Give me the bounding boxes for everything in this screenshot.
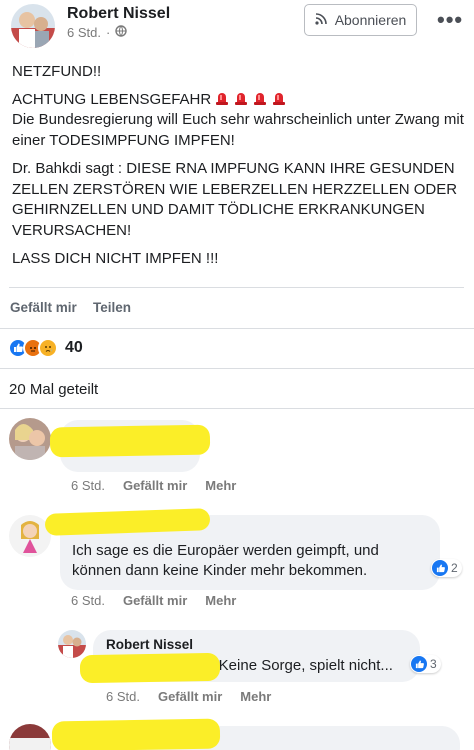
- like-reaction-icon: [432, 560, 448, 576]
- siren-emojis: [215, 91, 291, 108]
- siren-icon: [253, 91, 267, 105]
- reaction-count: 40: [65, 339, 83, 356]
- like-count-value: 3: [430, 657, 437, 671]
- globe-icon: [115, 25, 128, 40]
- subscribe-button[interactable]: Abonnieren: [304, 4, 417, 36]
- reply-time[interactable]: 6 Std.: [106, 689, 140, 704]
- share-button[interactable]: Teilen: [93, 300, 131, 315]
- comment-like-button[interactable]: Gefällt mir: [123, 593, 187, 608]
- post-paragraph-4: LASS DICH NICHT IMPFEN !!!: [12, 250, 219, 267]
- like-button[interactable]: Gefällt mir: [10, 300, 77, 315]
- divider: [0, 408, 474, 409]
- more-options-button[interactable]: •••: [437, 7, 463, 33]
- post-warning-body: Die Bundesregierung will Euch sehr wahrs…: [12, 111, 464, 149]
- author-avatar[interactable]: [11, 4, 55, 48]
- comment-text: Ich sage es die Europäer werden geimpft,…: [72, 542, 379, 579]
- like-count-value: 2: [451, 561, 458, 575]
- siren-icon: [272, 91, 286, 105]
- dot-separator: ·: [105, 25, 111, 40]
- comment-like-button[interactable]: Gefällt mir: [123, 478, 187, 493]
- redaction-mark: [51, 718, 221, 750]
- comment-more-button[interactable]: Mehr: [205, 593, 236, 608]
- post-paragraph-3: Dr. Bahkdi sagt : DIESE RNA IMPFUNG KANN…: [12, 160, 458, 239]
- post-author-name[interactable]: Robert Nissel: [67, 5, 170, 23]
- comment-more-button[interactable]: Mehr: [205, 478, 236, 493]
- divider: [0, 328, 474, 329]
- divider: [9, 287, 464, 288]
- reactions-summary[interactable]: 40: [8, 338, 83, 358]
- rss-icon: [315, 12, 327, 28]
- reply-like-count[interactable]: 3: [410, 655, 441, 673]
- like-reaction-icon: [411, 656, 427, 672]
- post-time[interactable]: 6 Std.: [67, 25, 101, 40]
- comment-meta: 6 Std. Gefällt mir Mehr: [71, 478, 236, 493]
- reply-author-avatar[interactable]: [58, 630, 86, 658]
- reply-author-name[interactable]: Robert Nissel: [106, 637, 193, 652]
- reply-meta: 6 Std. Gefällt mir Mehr: [106, 689, 271, 704]
- siren-icon: [215, 91, 229, 105]
- post-paragraph-1: NETZFUND!!: [12, 63, 102, 80]
- post-warning-heading: ACHTUNG LEBENSGEFAHR: [12, 90, 212, 108]
- post-meta: 6 Std. ·: [67, 25, 128, 40]
- commenter-avatar[interactable]: [9, 418, 51, 460]
- divider: [0, 368, 474, 369]
- reply-like-button[interactable]: Gefällt mir: [158, 689, 222, 704]
- post-paragraph-2: ACHTUNG LEBENSGEFAHR Die Bundesregierung…: [12, 90, 467, 152]
- sad-reaction-icon: [38, 338, 58, 358]
- redaction-mark: [49, 424, 211, 458]
- commenter-avatar[interactable]: [9, 724, 51, 750]
- reply-text: s Keine Sorge, spielt nicht...: [207, 657, 393, 674]
- redaction-mark: [79, 652, 221, 684]
- comment-time[interactable]: 6 Std.: [71, 478, 105, 493]
- subscribe-label: Abonnieren: [334, 12, 407, 28]
- comment-time[interactable]: 6 Std.: [71, 593, 105, 608]
- comment-meta: 6 Std. Gefällt mir Mehr: [71, 593, 236, 608]
- comment-like-count[interactable]: 2: [431, 559, 462, 577]
- share-count[interactable]: 20 Mal geteilt: [9, 381, 98, 398]
- reply-more-button[interactable]: Mehr: [240, 689, 271, 704]
- post-body: NETZFUND!! ACHTUNG LEBENSGEFAHR Die Bund…: [12, 62, 467, 278]
- siren-icon: [234, 91, 248, 105]
